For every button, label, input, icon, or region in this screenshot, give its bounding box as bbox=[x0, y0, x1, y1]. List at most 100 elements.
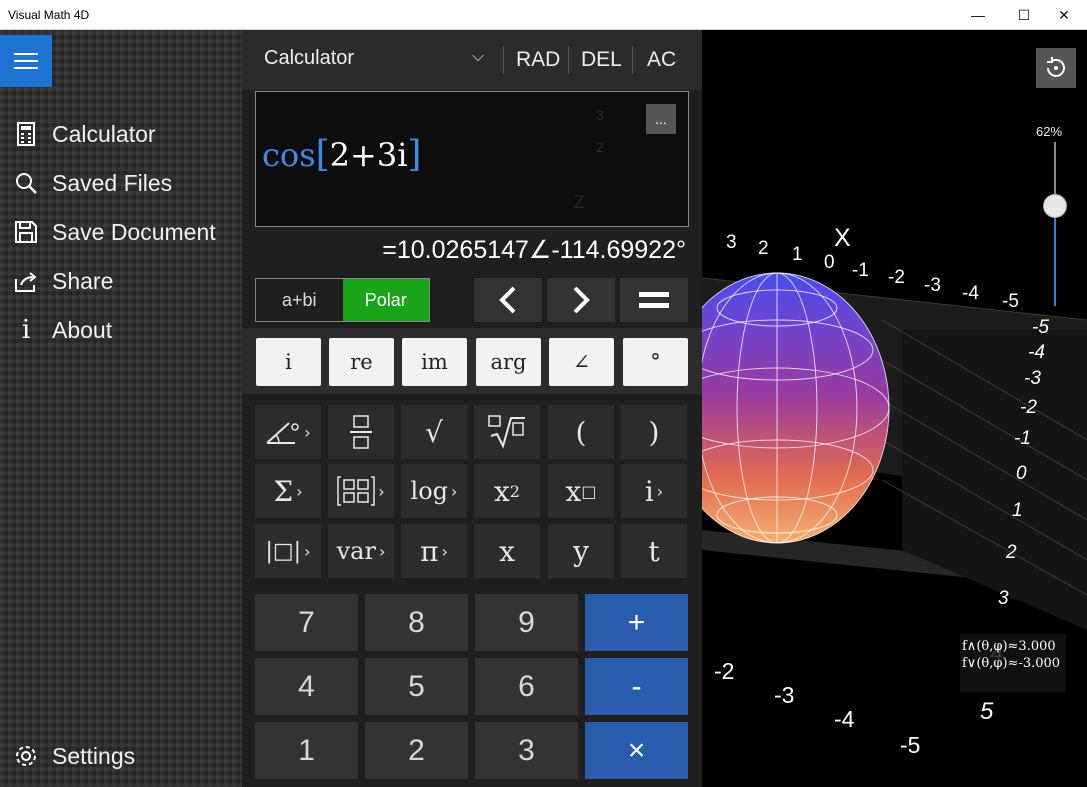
sidebar-item-label: Share bbox=[52, 267, 114, 294]
key-6[interactable]: 6 bbox=[475, 658, 578, 715]
display-ticks: 3 2 bbox=[596, 107, 604, 155]
graph-viewport[interactable]: 62% X 3 2 1 0 -1 -2 -3 -4 -5 -5 -4 -3 -2… bbox=[702, 30, 1087, 787]
key-degree[interactable]: ° bbox=[623, 338, 688, 386]
y-tick: -1 bbox=[1014, 428, 1031, 449]
x-tick: -1 bbox=[852, 260, 869, 281]
cursor-right-button[interactable] bbox=[547, 278, 615, 322]
equals-icon bbox=[639, 292, 669, 308]
sidebar-item-settings[interactable]: Settings bbox=[0, 734, 242, 778]
key-3[interactable]: 3 bbox=[475, 722, 578, 779]
key-4[interactable]: 4 bbox=[255, 658, 358, 715]
expression-display[interactable]: 3 2 Z cos[2+3i] ... bbox=[255, 91, 689, 227]
z-tick: -5 bbox=[900, 732, 921, 758]
calculator-header: Calculator ⌵ RAD DEL AC bbox=[242, 30, 702, 90]
angle-unit-button[interactable]: RAD bbox=[516, 48, 560, 72]
rotate-icon bbox=[1047, 57, 1065, 77]
rotate-view-button[interactable] bbox=[1036, 48, 1076, 88]
format-toggle: a+bi Polar bbox=[255, 278, 430, 322]
chevron-down-icon[interactable]: ⌵ bbox=[472, 48, 484, 66]
key-angle-menu[interactable]: › bbox=[255, 405, 321, 459]
nth-root-icon bbox=[488, 415, 525, 449]
sidebar-item-calculator[interactable]: Calculator bbox=[0, 112, 242, 156]
hamburger-icon bbox=[14, 53, 38, 55]
key-t[interactable]: t bbox=[621, 524, 687, 578]
clear-all-button[interactable]: AC bbox=[647, 48, 676, 72]
sidebar-item-about[interactable]: i About bbox=[0, 308, 242, 352]
key-sqrt[interactable]: √ bbox=[401, 405, 467, 459]
format-rectangular-button[interactable]: a+bi bbox=[256, 279, 343, 321]
z-tick: -4 bbox=[834, 706, 855, 732]
fraction-icon bbox=[350, 415, 372, 449]
key-9[interactable]: 9 bbox=[475, 594, 578, 651]
surface-values-box: f∧(θ,φ)≈3.000 f∨(θ,φ)≈-3.000 bbox=[960, 634, 1066, 692]
format-polar-button[interactable]: Polar bbox=[342, 279, 429, 321]
equals-button[interactable] bbox=[620, 278, 688, 322]
key-var-menu[interactable]: var › bbox=[328, 524, 394, 578]
key-minus[interactable]: - bbox=[585, 658, 688, 715]
y-tick: 5 bbox=[980, 698, 994, 725]
z-tick: -2 bbox=[714, 658, 735, 684]
minimize-button[interactable]: — bbox=[955, 0, 1001, 30]
key-angle[interactable]: ∠ bbox=[549, 338, 614, 386]
save-icon bbox=[0, 220, 52, 244]
key-7[interactable]: 7 bbox=[255, 594, 358, 651]
key-2[interactable]: 2 bbox=[365, 722, 468, 779]
y-tick: -4 bbox=[1028, 342, 1045, 363]
key-x[interactable]: x bbox=[474, 524, 540, 578]
function-name: cos bbox=[262, 136, 316, 174]
window-title: Visual Math 4D bbox=[8, 8, 90, 22]
key-fraction[interactable] bbox=[328, 405, 394, 459]
y-tick: -3 bbox=[1024, 368, 1041, 389]
sidebar-item-label: Saved Files bbox=[52, 169, 173, 196]
y-tick: 0 bbox=[1016, 463, 1027, 484]
expression: cos[2+3i] bbox=[262, 134, 422, 175]
key-y[interactable]: y bbox=[548, 524, 614, 578]
key-multiply[interactable]: × bbox=[585, 722, 688, 779]
key-i-menu[interactable]: i › bbox=[621, 464, 687, 518]
key-pi-menu[interactable]: π › bbox=[401, 524, 467, 578]
angle-degree-icon bbox=[266, 422, 300, 444]
zoom-slider-fill[interactable] bbox=[1054, 214, 1056, 306]
key-1[interactable]: 1 bbox=[255, 722, 358, 779]
y-tick: -5 bbox=[1032, 317, 1049, 338]
key-i[interactable]: i bbox=[256, 338, 321, 386]
zoom-slider-thumb[interactable] bbox=[1043, 194, 1067, 218]
cursor-left-button[interactable] bbox=[474, 278, 542, 322]
key-log-menu[interactable]: log › bbox=[401, 464, 467, 518]
sidebar-item-share[interactable]: Share bbox=[0, 259, 242, 303]
x-tick: 3 bbox=[726, 232, 737, 253]
key-close-paren[interactable]: ) bbox=[621, 405, 687, 459]
key-square[interactable]: x2 bbox=[474, 464, 540, 518]
sidebar-item-label: Save Document bbox=[52, 218, 216, 245]
key-open-paren[interactable]: ( bbox=[548, 405, 614, 459]
x-tick: 0 bbox=[824, 252, 835, 273]
share-icon bbox=[0, 269, 52, 293]
x-tick: -3 bbox=[924, 275, 941, 296]
sidebar-item-save-document[interactable]: Save Document bbox=[0, 210, 242, 254]
calculator-icon bbox=[0, 122, 52, 146]
y-tick: 1 bbox=[1012, 500, 1023, 521]
key-matrix-menu[interactable]: › bbox=[328, 464, 394, 518]
key-re[interactable]: re bbox=[329, 338, 394, 386]
key-5[interactable]: 5 bbox=[365, 658, 468, 715]
hamburger-menu-button[interactable] bbox=[0, 35, 52, 87]
close-button[interactable]: ✕ bbox=[1041, 0, 1087, 30]
y-tick: 3 bbox=[998, 588, 1009, 609]
key-8[interactable]: 8 bbox=[365, 594, 468, 651]
key-arg[interactable]: arg bbox=[476, 338, 541, 386]
key-im[interactable]: im bbox=[402, 338, 467, 386]
sidebar-item-saved-files[interactable]: Saved Files bbox=[0, 161, 242, 205]
key-power[interactable]: x □ bbox=[548, 464, 614, 518]
axis-title-x: X bbox=[834, 224, 851, 252]
mode-dropdown[interactable]: Calculator bbox=[264, 47, 354, 70]
key-abs-menu[interactable]: |□| › bbox=[255, 524, 321, 578]
zoom-percent: 62% bbox=[1036, 124, 1063, 139]
chevron-right-icon bbox=[573, 286, 590, 314]
more-options-button[interactable]: ... bbox=[646, 104, 676, 134]
delete-button[interactable]: DEL bbox=[581, 48, 622, 72]
key-nth-root[interactable] bbox=[474, 405, 540, 459]
surface-min-value: f∨(θ,φ)≈-3.000 bbox=[962, 656, 1061, 671]
key-sum-menu[interactable]: Σ › bbox=[255, 464, 321, 518]
search-icon bbox=[0, 171, 52, 195]
key-plus[interactable]: + bbox=[585, 594, 688, 651]
